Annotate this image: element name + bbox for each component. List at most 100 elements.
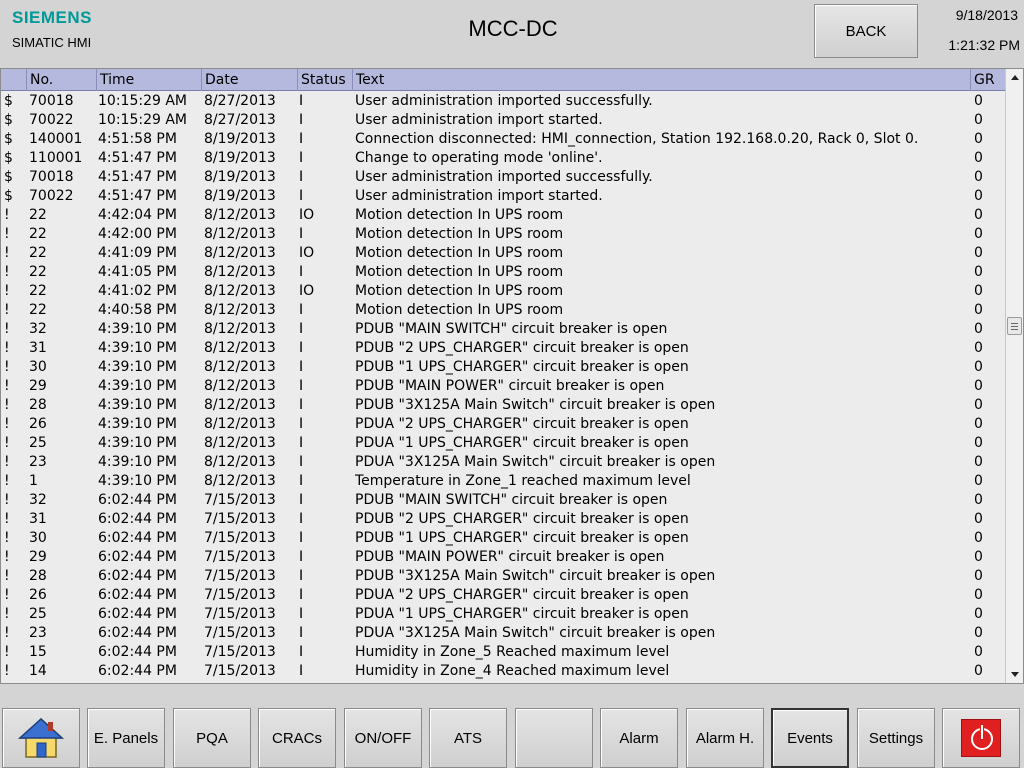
nav-button-cracs[interactable]: CRACs bbox=[258, 708, 336, 768]
header: SIEMENS SIMATIC HMI MCC-DC BACK 9/18/201… bbox=[0, 0, 1024, 68]
scroll-thumb[interactable] bbox=[1007, 317, 1022, 335]
nav-button-ats[interactable]: ATS bbox=[429, 708, 507, 768]
table-row[interactable]: ! 32 6:02:44 PM 7/15/2013 I PDUB "MAIN SWITCH… bbox=[1, 491, 1005, 510]
row-time: 4:39:10 PM bbox=[98, 473, 177, 489]
table-row[interactable]: ! 22 4:40:58 PM 8/12/2013 I Motion detection … bbox=[1, 301, 1005, 320]
row-number: 23 bbox=[29, 625, 47, 641]
row-group: 0 bbox=[974, 207, 983, 223]
row-text: PDUB "3X125A Main Switch" circuit breake… bbox=[355, 568, 716, 584]
row-number: 22 bbox=[29, 207, 47, 223]
row-date: 8/12/2013 bbox=[204, 340, 276, 356]
row-class: ! bbox=[4, 226, 10, 242]
nav-button-alarm[interactable]: Alarm bbox=[600, 708, 678, 768]
column-header-time[interactable]: Time bbox=[96, 69, 201, 91]
row-text: Motion detection In UPS room bbox=[355, 226, 564, 242]
row-number: 1 bbox=[29, 473, 38, 489]
row-class: ! bbox=[4, 606, 10, 622]
row-number: 70018 bbox=[29, 169, 74, 185]
back-button[interactable]: BACK bbox=[814, 4, 918, 58]
nav-button-pqa[interactable]: PQA bbox=[173, 708, 251, 768]
table-row[interactable]: $70022 4:51:47 PM 8/19/2013 I User administr… bbox=[1, 187, 1005, 206]
table-row[interactable]: ! 22 4:42:04 PM 8/12/2013 IO Motion detection… bbox=[1, 206, 1005, 225]
table-row[interactable]: ! 32 4:39:10 PM 8/12/2013 I PDUB "MAIN SWITCH… bbox=[1, 320, 1005, 339]
table-row[interactable]: ! 28 6:02:44 PM 7/15/2013 I PDUB "3X125A Main… bbox=[1, 567, 1005, 586]
alarm-view-table[interactable]: No. Time Date Status Text GR $70018 10:15… bbox=[0, 68, 1024, 684]
table-row[interactable]: ! 28 4:39:10 PM 8/12/2013 I PDUB "3X125A Main… bbox=[1, 396, 1005, 415]
nav-button-settings[interactable]: Settings bbox=[857, 708, 935, 768]
column-header-class[interactable] bbox=[1, 69, 26, 91]
row-text: PDUA "3X125A Main Switch" circuit breake… bbox=[355, 454, 716, 470]
row-time: 10:15:29 AM bbox=[98, 93, 187, 109]
table-row[interactable]: ! 26 6:02:44 PM 7/15/2013 I PDUA "2 UPS_CHARG… bbox=[1, 586, 1005, 605]
row-class: ! bbox=[4, 283, 10, 299]
nav-button-blank[interactable] bbox=[515, 708, 593, 768]
row-date: 8/12/2013 bbox=[204, 454, 276, 470]
table-row[interactable]: ! 31 4:39:10 PM 8/12/2013 I PDUB "2 UPS_CHARG… bbox=[1, 339, 1005, 358]
row-group: 0 bbox=[974, 264, 983, 280]
table-row[interactable]: ! 31 6:02:44 PM 7/15/2013 I PDUB "2 UPS_CHARG… bbox=[1, 510, 1005, 529]
siemens-logo: SIEMENS bbox=[12, 8, 93, 27]
row-class: ! bbox=[4, 378, 10, 394]
row-text: PDUA "1 UPS_CHARGER" circuit breaker is … bbox=[355, 606, 689, 622]
row-date: 8/12/2013 bbox=[204, 302, 276, 318]
row-status: I bbox=[299, 188, 304, 204]
power-off-button[interactable] bbox=[942, 708, 1020, 768]
row-time: 4:39:10 PM bbox=[98, 378, 177, 394]
column-header-status[interactable]: Status bbox=[297, 69, 352, 91]
table-row[interactable]: ! 15 6:02:44 PM 7/15/2013 I Humidity in Zone_… bbox=[1, 643, 1005, 662]
nav-button-events[interactable]: Events bbox=[771, 708, 849, 768]
table-row[interactable]: ! 22 4:41:09 PM 8/12/2013 IO Motion detection… bbox=[1, 244, 1005, 263]
table-row[interactable]: ! 25 6:02:44 PM 7/15/2013 I PDUA "1 UPS_CHARG… bbox=[1, 605, 1005, 624]
row-class: ! bbox=[4, 587, 10, 603]
row-class: $ bbox=[4, 169, 13, 185]
row-time: 4:39:10 PM bbox=[98, 340, 177, 356]
table-row[interactable]: $70022 10:15:29 AM 8/27/2013 I User administ… bbox=[1, 111, 1005, 130]
table-row[interactable]: ! 22 4:41:05 PM 8/12/2013 I Motion detection … bbox=[1, 263, 1005, 282]
row-class: ! bbox=[4, 359, 10, 375]
row-text: Motion detection In UPS room bbox=[355, 264, 564, 280]
row-date: 8/12/2013 bbox=[204, 207, 276, 223]
table-row[interactable]: ! 26 4:39:10 PM 8/12/2013 I PDUA "2 UPS_CHARG… bbox=[1, 415, 1005, 434]
row-class: ! bbox=[4, 568, 10, 584]
table-row[interactable]: ! 30 6:02:44 PM 7/15/2013 I PDUB "1 UPS_CHARG… bbox=[1, 529, 1005, 548]
scroll-up-button[interactable] bbox=[1006, 69, 1023, 86]
row-text: PDUA "1 UPS_CHARGER" circuit breaker is … bbox=[355, 435, 689, 451]
row-number: 30 bbox=[29, 359, 47, 375]
table-row[interactable]: ! 22 4:41:02 PM 8/12/2013 IO Motion detection… bbox=[1, 282, 1005, 301]
column-header-text[interactable]: Text bbox=[352, 69, 970, 91]
vertical-scrollbar[interactable] bbox=[1005, 69, 1023, 683]
table-row[interactable]: $70018 10:15:29 AM 8/27/2013 I User administ… bbox=[1, 92, 1005, 111]
row-date: 7/15/2013 bbox=[204, 549, 276, 565]
column-header-gr[interactable]: GR bbox=[970, 69, 1005, 91]
table-row[interactable]: ! 22 4:42:00 PM 8/12/2013 I Motion detection … bbox=[1, 225, 1005, 244]
row-status: I bbox=[299, 416, 304, 432]
row-number: 29 bbox=[29, 549, 47, 565]
table-row[interactable]: ! 23 6:02:44 PM 7/15/2013 I PDUA "3X125A Main… bbox=[1, 624, 1005, 643]
row-class: ! bbox=[4, 416, 10, 432]
table-row[interactable]: ! 23 4:39:10 PM 8/12/2013 I PDUA "3X125A Main… bbox=[1, 453, 1005, 472]
scroll-down-button[interactable] bbox=[1006, 666, 1023, 683]
table-row[interactable]: ! 14 6:02:44 PM 7/15/2013 I Humidity in Zone_… bbox=[1, 662, 1005, 681]
row-date: 8/12/2013 bbox=[204, 435, 276, 451]
table-row[interactable]: $70018 4:51:47 PM 8/19/2013 I User administr… bbox=[1, 168, 1005, 187]
row-date: 8/12/2013 bbox=[204, 264, 276, 280]
nav-button-on-off[interactable]: ON/OFF bbox=[344, 708, 422, 768]
nav-button-e-panels[interactable]: E. Panels bbox=[87, 708, 165, 768]
table-row[interactable]: ! 1 4:39:10 PM 8/12/2013 I Temperature in Zon… bbox=[1, 472, 1005, 491]
table-row[interactable]: $140001 4:51:58 PM 8/19/2013 I Connection di… bbox=[1, 130, 1005, 149]
table-row[interactable]: ! 29 6:02:44 PM 7/15/2013 I PDUB "MAIN POWER"… bbox=[1, 548, 1005, 567]
table-row[interactable]: ! 30 4:39:10 PM 8/12/2013 I PDUB "1 UPS_CHARG… bbox=[1, 358, 1005, 377]
row-number: 31 bbox=[29, 340, 47, 356]
table-row[interactable]: ! 25 4:39:10 PM 8/12/2013 I PDUA "1 UPS_CHARG… bbox=[1, 434, 1005, 453]
table-row[interactable]: $110001 4:51:47 PM 8/19/2013 I Change to ope… bbox=[1, 149, 1005, 168]
row-time: 6:02:44 PM bbox=[98, 663, 177, 679]
table-row[interactable]: ! 29 4:39:10 PM 8/12/2013 I PDUB "MAIN POWER"… bbox=[1, 377, 1005, 396]
column-header-no[interactable]: No. bbox=[26, 69, 96, 91]
column-header-date[interactable]: Date bbox=[201, 69, 297, 91]
row-group: 0 bbox=[974, 112, 983, 128]
home-button[interactable] bbox=[2, 708, 80, 768]
row-number: 22 bbox=[29, 264, 47, 280]
row-number: 31 bbox=[29, 511, 47, 527]
nav-button-alarm-history[interactable]: Alarm H. bbox=[686, 708, 764, 768]
row-date: 8/12/2013 bbox=[204, 378, 276, 394]
